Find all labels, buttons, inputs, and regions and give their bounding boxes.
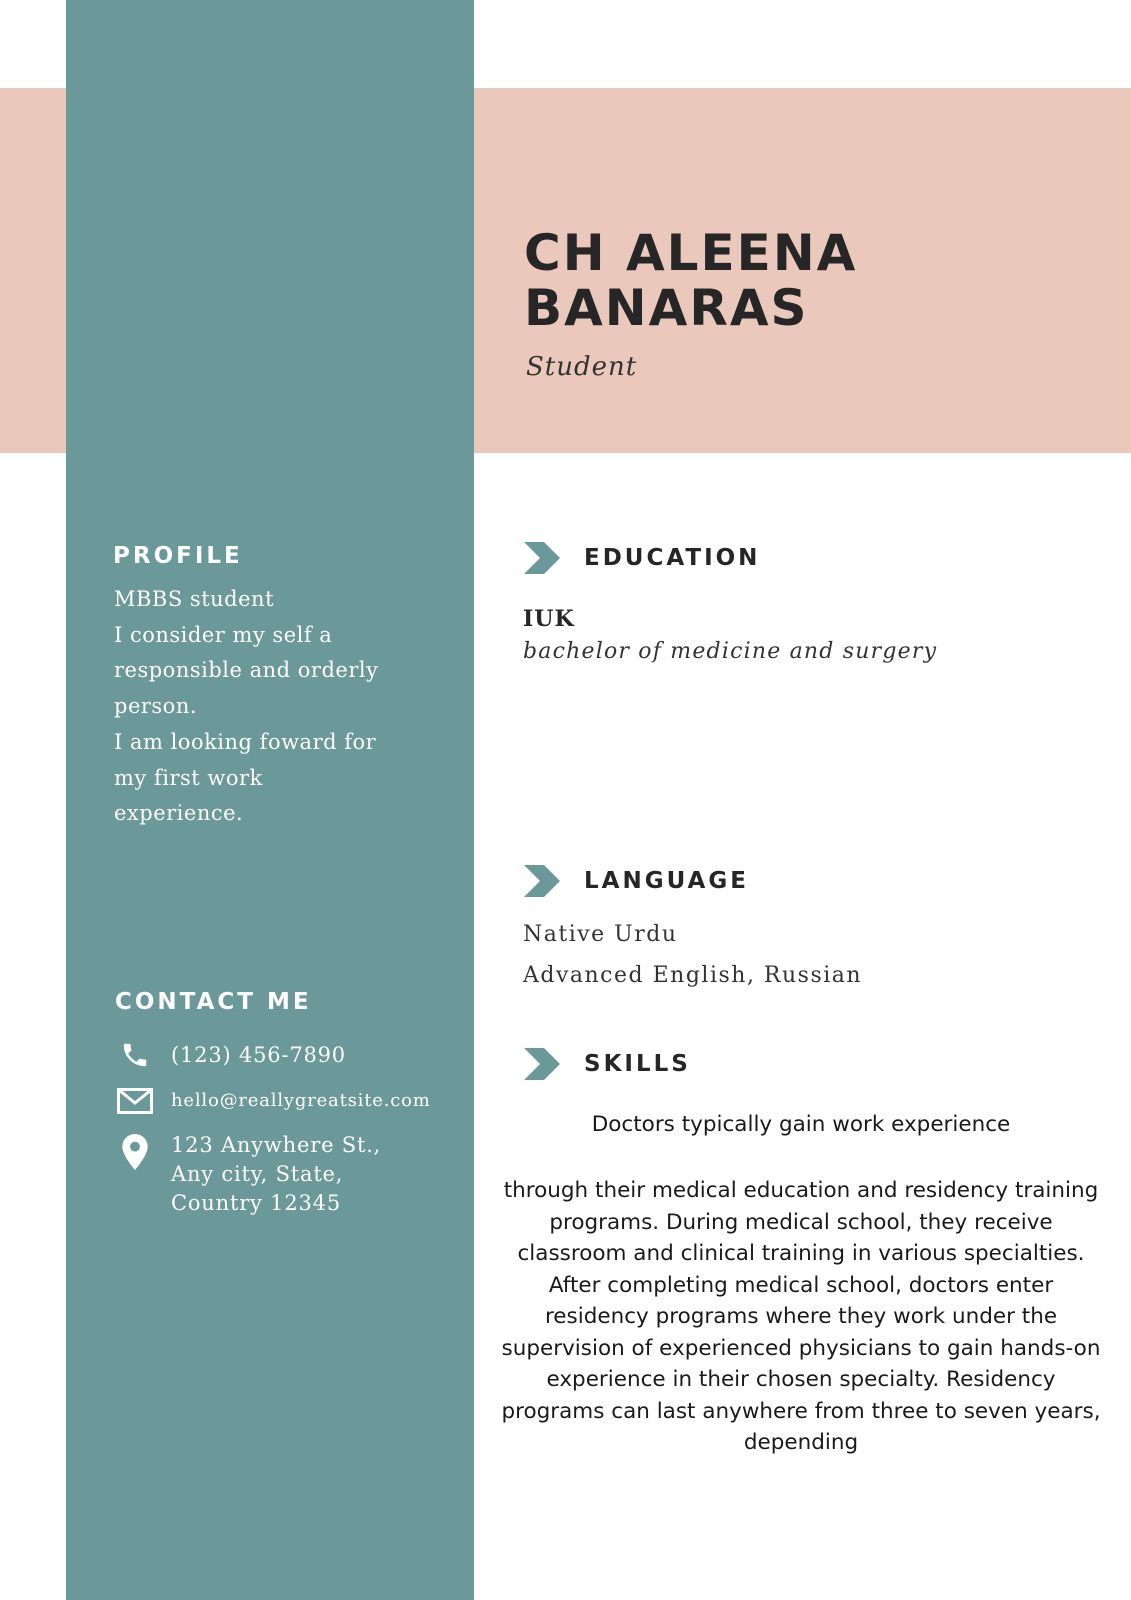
address-line: 123 Anywhere St., [171,1133,382,1157]
education-degree: bachelor of medicine and surgery [523,639,938,664]
profile-line: I am looking foward for [114,729,377,754]
skills-intro: Doctors typically gain work experience [591,1112,1011,1137]
candidate-name: CH ALEENA BANARAS [524,226,857,336]
chevron-right-icon [524,1048,560,1080]
chevron-right-icon [524,865,560,897]
profile-line: experience. [114,801,244,826]
skills-line: After completing medical school, doctors… [548,1272,1054,1298]
language-section-heading: LANGUAGE [524,865,749,897]
contact-address: 123 Anywhere St., Any city, State, Count… [114,1131,381,1218]
profile-line: person. [114,694,198,719]
chevron-right-icon [524,542,560,574]
education-section-heading: EDUCATION [524,542,760,574]
phone-icon [114,1040,156,1070]
email-address[interactable]: hello@reallygreatsite.com [171,1088,431,1114]
skills-line: experience in their chosen specialty. Re… [546,1367,1056,1392]
envelope-icon [114,1088,156,1114]
profile-line: MBBS student [114,587,275,611]
skills-section-heading: SKILLS [524,1048,691,1080]
map-pin-icon [114,1134,156,1170]
address-line: Any city, State, [171,1162,344,1186]
skills-line: supervision of experienced physicians to… [501,1335,1101,1361]
skills-line: residency programs where they work under… [544,1304,1058,1329]
address-line: Country 12345 [171,1191,341,1215]
skills-line: programs can last anywhere from three to… [501,1398,1101,1424]
skills-line: depending [743,1430,859,1455]
language-item: Native Urdu [523,922,678,947]
name-line-1: CH ALEENA [524,224,858,282]
address-text: 123 Anywhere St., Any city, State, Count… [171,1131,381,1218]
contact-phone: (123) 456-7890 [114,1040,346,1070]
name-line-2: BANARAS [524,279,809,337]
profile-line: my first work [114,765,263,790]
skills-body: through their medical education and resi… [490,1175,1112,1459]
language-item: Advanced English, Russian [523,963,863,988]
education-school: IUK [523,606,575,632]
candidate-role: Student [526,352,638,382]
skills-line: programs. During medical school, they re… [549,1209,1053,1235]
contact-heading: CONTACT ME [115,989,312,1015]
phone-number[interactable]: (123) 456-7890 [171,1040,346,1070]
education-heading: EDUCATION [584,545,761,571]
profile-text: MBBS student I consider my self a respon… [114,582,454,832]
skills-heading: SKILLS [584,1051,691,1077]
skills-line: classroom and clinical training in vario… [517,1241,1085,1266]
profile-line: responsible and orderly [114,658,379,683]
language-heading: LANGUAGE [584,868,749,894]
profile-line: I consider my self a [114,622,333,647]
skills-line: through their medical education and resi… [503,1178,1099,1203]
profile-heading: PROFILE [113,543,243,569]
contact-email: hello@reallygreatsite.com [114,1088,431,1114]
